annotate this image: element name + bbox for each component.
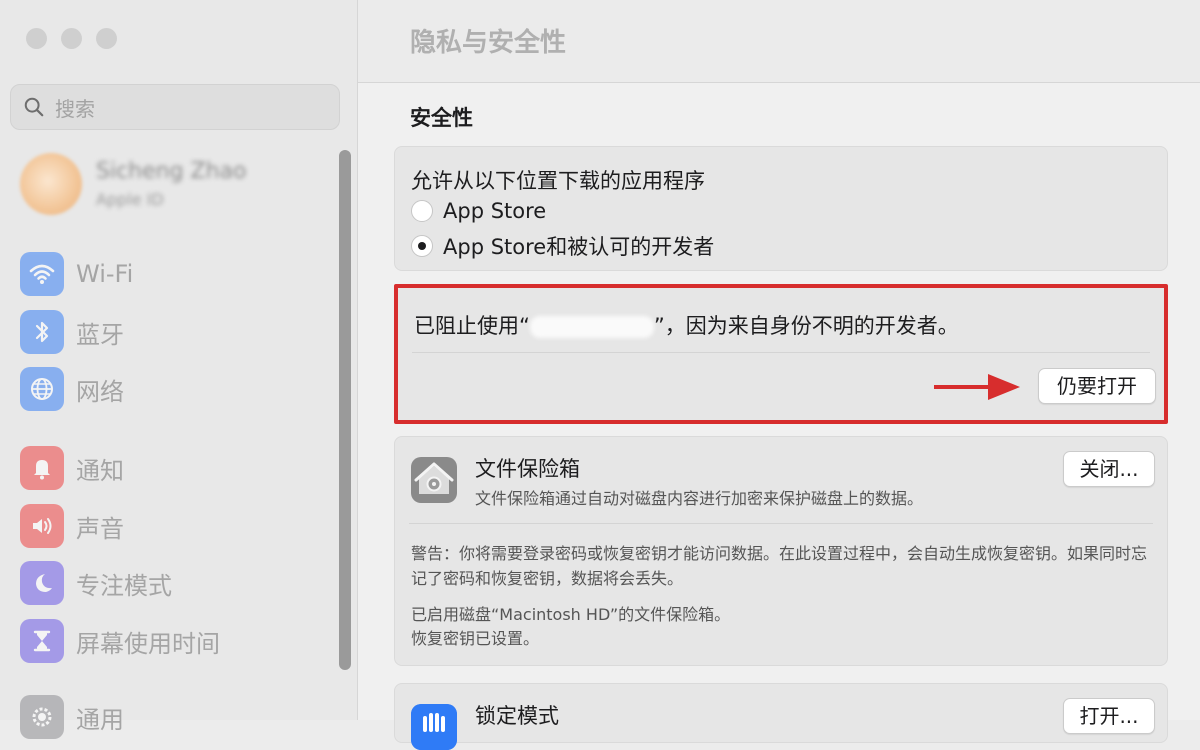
sidebar: 搜索 Sicheng Zhao Apple ID Wi-Fi 蓝牙 网络 通知 … — [0, 0, 358, 739]
blocked-message-suffix: ”，因为来自身份不明的开发者。 — [653, 314, 959, 338]
allowed-apps-card: 允许从以下位置下载的应用程序 App Store App Store和被认可的开… — [394, 146, 1168, 271]
sidebar-item-label: 专注模式 — [76, 571, 172, 600]
radio-button-selected[interactable] — [411, 235, 433, 257]
gear-icon — [20, 695, 64, 739]
main-content: 隐私与安全性 安全性 允许从以下位置下载的应用程序 App Store App … — [358, 0, 1200, 750]
filevault-status-line: 恢复密钥已设置。 — [411, 629, 540, 648]
redacted-app-name — [529, 316, 654, 338]
bluetooth-icon — [20, 310, 64, 354]
radio-option-app-store-identified[interactable]: App Store和被认可的开发者 — [411, 231, 714, 261]
sidebar-item-focus[interactable]: 专注模式 — [20, 561, 172, 605]
sidebar-item-label: 蓝牙 — [76, 320, 124, 349]
search-input[interactable]: 搜索 — [10, 84, 340, 130]
security-section-heading: 安全性 — [410, 106, 473, 130]
radio-label: App Store和被认可的开发者 — [443, 235, 715, 259]
bell-icon — [20, 446, 64, 490]
radio-button[interactable] — [411, 200, 433, 222]
toolbar: 隐私与安全性 — [358, 0, 1200, 83]
window-controls — [26, 28, 117, 49]
sidebar-item-label: 通用 — [76, 705, 124, 734]
sidebar-scrollbar[interactable] — [339, 150, 351, 670]
search-icon — [24, 97, 44, 117]
blocked-app-card: 已阻止使用“ ”，因为来自身份不明的开发者。 仍要打开 — [394, 284, 1168, 424]
sidebar-item-label: Wi-Fi — [76, 260, 134, 288]
turn-off-filevault-button[interactable]: 关闭... — [1063, 451, 1155, 487]
sidebar-item-label: 通知 — [76, 456, 124, 485]
minimize-window-button[interactable] — [61, 28, 82, 49]
sidebar-item-screen-time[interactable]: 屏幕使用时间 — [20, 619, 220, 663]
zoom-window-button[interactable] — [96, 28, 117, 49]
filevault-status-line: 已启用磁盘“Macintosh HD”的文件保险箱。 — [411, 605, 731, 624]
arrow-right-icon — [934, 374, 1020, 400]
wifi-icon — [20, 252, 64, 296]
sidebar-item-sound[interactable]: 声音 — [20, 504, 124, 548]
sidebar-item-general[interactable]: 通用 — [20, 695, 124, 739]
blocked-message-prefix: 已阻止使用“ — [414, 314, 530, 338]
search-placeholder: 搜索 — [55, 96, 95, 121]
user-subtitle: Apple ID — [96, 190, 164, 209]
hourglass-icon — [20, 619, 64, 663]
sidebar-item-notifications[interactable]: 通知 — [20, 446, 124, 490]
blocked-app-message: 已阻止使用“ ”，因为来自身份不明的开发者。 — [414, 310, 959, 340]
divider — [412, 352, 1150, 353]
sidebar-item-label: 屏幕使用时间 — [76, 629, 220, 658]
lockdown-mode-card: 锁定模式 打开... — [394, 683, 1168, 750]
radio-option-app-store[interactable]: App Store — [411, 199, 546, 223]
filevault-title: 文件保险箱 — [475, 457, 580, 481]
sidebar-item-wifi[interactable]: Wi-Fi — [20, 252, 133, 296]
allowed-apps-label: 允许从以下位置下载的应用程序 — [411, 169, 705, 193]
globe-icon — [20, 367, 64, 411]
sidebar-item-label: 声音 — [76, 514, 124, 543]
close-window-button[interactable] — [26, 28, 47, 49]
filevault-house-icon — [411, 457, 457, 503]
apple-id-account[interactable]: Sicheng Zhao Apple ID — [20, 153, 247, 215]
filevault-status: 已启用磁盘“Macintosh HD”的文件保险箱。 恢复密钥已设置。 — [411, 603, 730, 651]
turn-on-lockdown-button[interactable]: 打开... — [1063, 698, 1155, 734]
sidebar-item-label: 网络 — [76, 377, 124, 406]
user-name: Sicheng Zhao — [96, 159, 247, 184]
sidebar-item-bluetooth[interactable]: 蓝牙 — [20, 310, 124, 354]
speaker-icon — [20, 504, 64, 548]
filevault-warning: 警告：你将需要登录密码或恢复密钥才能访问数据。在此设置过程中，会自动生成恢复密钥… — [411, 544, 1148, 588]
avatar — [20, 153, 82, 215]
filevault-card: 文件保险箱 文件保险箱通过自动对磁盘内容进行加密来保护磁盘上的数据。 关闭...… — [394, 436, 1168, 666]
radio-label: App Store — [443, 199, 547, 223]
divider — [409, 523, 1153, 524]
moon-icon — [20, 561, 64, 605]
open-anyway-button[interactable]: 仍要打开 — [1038, 368, 1156, 404]
lockdown-title: 锁定模式 — [475, 704, 559, 728]
sidebar-item-network[interactable]: 网络 — [20, 367, 124, 411]
lockdown-hand-icon — [411, 704, 457, 750]
page-title: 隐私与安全性 — [410, 28, 567, 58]
filevault-description: 文件保险箱通过自动对磁盘内容进行加密来保护磁盘上的数据。 — [475, 489, 924, 508]
